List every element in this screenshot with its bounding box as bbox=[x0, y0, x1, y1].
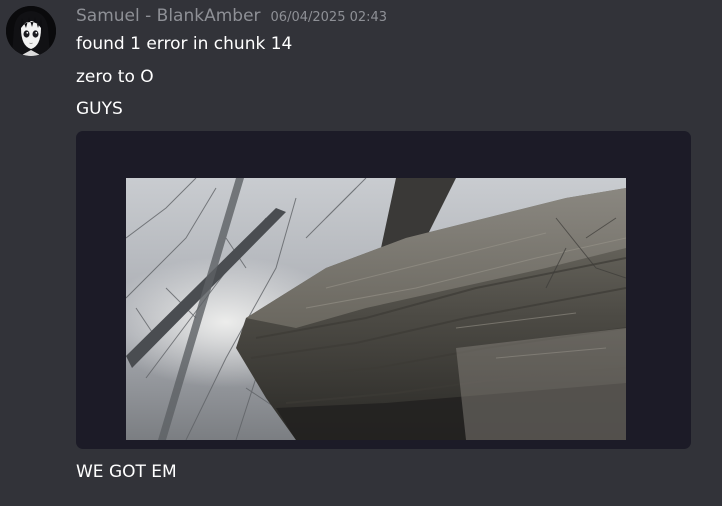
anime-girl-avatar-icon bbox=[6, 6, 56, 56]
message-timestamp: 06/04/2025 02:43 bbox=[270, 10, 388, 25]
author-username[interactable]: Samuel - BlankAmber bbox=[76, 6, 261, 26]
message-text-line: found 1 error in chunk 14 bbox=[76, 34, 293, 54]
chat-message: Samuel - BlankAmber 06/04/2025 02:43 fou… bbox=[0, 0, 722, 506]
image-attachment[interactable] bbox=[76, 131, 691, 449]
message-header: Samuel - BlankAmber 06/04/2025 02:43 bbox=[76, 6, 387, 30]
rock-cliff-photo[interactable] bbox=[126, 178, 626, 440]
message-text-line: WE GOT EM bbox=[76, 462, 177, 482]
user-avatar[interactable] bbox=[6, 6, 56, 56]
message-text-line: GUYS bbox=[76, 99, 123, 119]
message-text-line: zero to O bbox=[76, 67, 154, 87]
